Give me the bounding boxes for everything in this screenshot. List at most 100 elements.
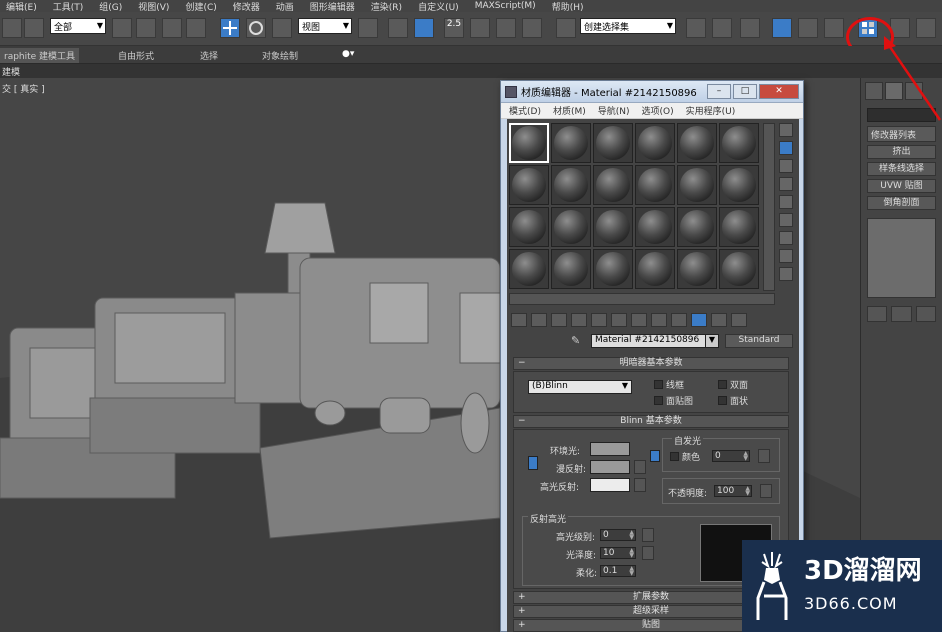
select-by-name-icon[interactable] xyxy=(136,18,156,38)
ribbon-options-icon[interactable]: ●▾ xyxy=(342,49,354,59)
show-shaded-material-icon[interactable] xyxy=(671,313,687,327)
select-manipulate-icon[interactable] xyxy=(388,18,408,38)
menu-create[interactable]: 创建(C) xyxy=(185,0,216,13)
link-icon[interactable] xyxy=(2,18,22,38)
tab-object-paint[interactable]: 对象绘制 xyxy=(262,49,298,62)
tab-graphite-modeling[interactable]: raphite 建模工具 xyxy=(0,48,80,63)
menu-edit[interactable]: 编辑(E) xyxy=(6,0,37,13)
keyboard-shortcut-override-icon[interactable] xyxy=(414,18,434,38)
sample-slot[interactable] xyxy=(509,249,549,289)
bevel-profile-button[interactable]: 倒角剖面 xyxy=(867,196,936,210)
align-icon[interactable] xyxy=(712,18,732,38)
show-end-result-icon[interactable] xyxy=(691,313,707,327)
schematic-view-icon[interactable] xyxy=(824,18,844,38)
options-icon[interactable] xyxy=(779,231,793,245)
go-to-parent-icon[interactable] xyxy=(711,313,727,327)
specular-color-swatch[interactable] xyxy=(590,478,630,492)
sample-slot[interactable] xyxy=(677,249,717,289)
window-crossing-icon[interactable] xyxy=(186,18,206,38)
menu-utilities[interactable]: 实用程序(U) xyxy=(686,104,736,117)
two-sided-checkbox[interactable]: 双面 xyxy=(718,378,748,391)
self-illum-spinner[interactable]: 0 ▲ ▼ xyxy=(712,450,750,462)
pin-stack-icon[interactable] xyxy=(867,306,888,322)
menu-navigation[interactable]: 导航(N) xyxy=(598,104,630,117)
curve-editor-icon[interactable] xyxy=(798,18,818,38)
sample-slot[interactable] xyxy=(677,123,717,163)
lock-ambient-diffuse-icon[interactable] xyxy=(528,456,538,470)
select-move-icon[interactable] xyxy=(220,18,240,38)
diffuse-map-button[interactable] xyxy=(634,460,646,474)
sample-type-icon[interactable] xyxy=(779,123,793,137)
assign-to-selection-icon[interactable] xyxy=(551,313,567,327)
menu-view[interactable]: 视图(V) xyxy=(138,0,169,13)
menu-modes[interactable]: 模式(D) xyxy=(509,104,541,117)
self-illum-map-button[interactable] xyxy=(758,449,770,463)
spinner-snap-icon[interactable] xyxy=(522,18,542,38)
show-end-result-icon[interactable] xyxy=(891,306,912,322)
lock-diffuse-specular-icon[interactable] xyxy=(650,450,660,462)
sample-uv-tiling-icon[interactable] xyxy=(779,177,793,191)
opacity-map-button[interactable] xyxy=(760,484,772,498)
face-map-checkbox[interactable]: 面贴图 xyxy=(654,394,693,407)
sample-slot[interactable] xyxy=(593,165,633,205)
bind-spacewarp-icon[interactable] xyxy=(24,18,44,38)
sample-slot[interactable] xyxy=(593,249,633,289)
sample-slot[interactable] xyxy=(551,123,591,163)
extrude-button[interactable]: 挤出 xyxy=(867,145,936,159)
tab-freeform[interactable]: 自由形式 xyxy=(118,49,154,62)
sample-slot[interactable] xyxy=(551,249,591,289)
select-by-material-icon[interactable] xyxy=(779,249,793,263)
backlight-icon[interactable] xyxy=(779,141,793,155)
snap-toggle-icon[interactable]: 2.5 xyxy=(444,18,464,38)
material-name-dropdown-icon[interactable]: ▼ xyxy=(705,334,719,348)
menu-material[interactable]: 材质(M) xyxy=(553,104,586,117)
viewport-label[interactable]: 交 [ 真实 ] xyxy=(2,82,45,95)
sample-slot[interactable] xyxy=(509,123,549,163)
mirror-icon[interactable] xyxy=(686,18,706,38)
sample-slot[interactable] xyxy=(593,207,633,247)
layer-manager-icon[interactable] xyxy=(740,18,760,38)
video-color-check-icon[interactable] xyxy=(779,195,793,209)
close-button[interactable]: ✕ xyxy=(759,84,799,99)
material-map-navigator-icon[interactable] xyxy=(779,267,793,281)
specular-level-spinner[interactable]: 0 ▲ ▼ xyxy=(600,529,636,541)
sample-slot[interactable] xyxy=(593,123,633,163)
menu-help[interactable]: 帮助(H) xyxy=(552,0,584,13)
menu-group[interactable]: 组(G) xyxy=(99,0,122,13)
menu-graph-editors[interactable]: 图形编辑器 xyxy=(310,0,355,13)
named-selection-dropdown[interactable]: 创建选择集 ▼ xyxy=(580,18,676,34)
diffuse-color-swatch[interactable] xyxy=(590,460,630,474)
material-editor-titlebar[interactable]: 材质编辑器 - Material #2142150896 – □ ✕ xyxy=(501,81,803,103)
edit-named-selection-icon[interactable] xyxy=(556,18,576,38)
get-material-icon[interactable] xyxy=(511,313,527,327)
eyedropper-icon[interactable]: ✎ xyxy=(571,334,585,348)
minimize-button[interactable]: – xyxy=(707,84,731,99)
menu-tools[interactable]: 工具(T) xyxy=(53,0,84,13)
render-teapot-icon[interactable] xyxy=(916,18,936,38)
go-forward-sibling-icon[interactable] xyxy=(731,313,747,327)
rect-selection-icon[interactable] xyxy=(162,18,182,38)
glossiness-map-button[interactable] xyxy=(642,546,654,560)
make-preview-icon[interactable] xyxy=(779,213,793,227)
tab-selection[interactable]: 选择 xyxy=(200,49,218,62)
create-tab-icon[interactable] xyxy=(865,82,883,100)
sample-slot[interactable] xyxy=(635,165,675,205)
modifier-list-dropdown[interactable]: 修改器列表 xyxy=(867,126,936,142)
reference-coord-dropdown[interactable]: 视图 ▼ xyxy=(298,18,352,34)
put-to-library-icon[interactable] xyxy=(631,313,647,327)
sample-slot[interactable] xyxy=(719,123,759,163)
put-to-scene-icon[interactable] xyxy=(531,313,547,327)
make-copy-icon[interactable] xyxy=(591,313,607,327)
graphite-toggle-icon[interactable] xyxy=(772,18,792,38)
menu-animation[interactable]: 动画 xyxy=(276,0,294,13)
hierarchy-tab-icon[interactable] xyxy=(905,82,923,100)
sample-slot[interactable] xyxy=(719,207,759,247)
sample-slot[interactable] xyxy=(551,207,591,247)
ambient-color-swatch[interactable] xyxy=(590,442,630,456)
glossiness-spinner[interactable]: 10 ▲ ▼ xyxy=(600,547,636,559)
material-name-field[interactable]: Material #2142150896 xyxy=(591,334,719,348)
background-checker-icon[interactable] xyxy=(779,159,793,173)
wire-checkbox[interactable]: 线框 xyxy=(654,378,684,391)
sample-slot[interactable] xyxy=(677,165,717,205)
blinn-rollout-header[interactable]: − Blinn 基本参数 xyxy=(513,415,789,428)
